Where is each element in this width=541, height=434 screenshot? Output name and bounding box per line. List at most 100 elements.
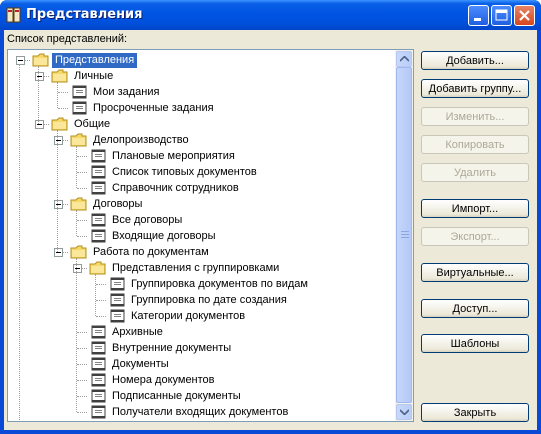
tree-item-label: Все договоры bbox=[112, 213, 183, 226]
tree-connector bbox=[77, 172, 87, 173]
tree-connector bbox=[77, 332, 87, 333]
view-icon bbox=[70, 100, 88, 116]
tree-item-label: Справочник сотрудников bbox=[112, 181, 239, 194]
collapse-toggle[interactable] bbox=[16, 56, 25, 65]
minimize-button[interactable] bbox=[468, 5, 489, 26]
app-icon bbox=[6, 7, 21, 23]
tree-item[interactable]: Справочник сотрудников bbox=[89, 180, 242, 196]
close-window-button[interactable] bbox=[514, 5, 535, 26]
arrow-down-icon bbox=[399, 409, 409, 415]
tree-item-label: Номера документов bbox=[112, 373, 215, 386]
view-icon bbox=[89, 212, 107, 228]
scroll-down-button[interactable] bbox=[396, 404, 412, 420]
view-icon bbox=[89, 372, 107, 388]
tree-connector bbox=[77, 156, 87, 157]
collapse-toggle[interactable] bbox=[73, 264, 82, 273]
close-button[interactable]: Закрыть bbox=[421, 403, 529, 422]
tree-connector bbox=[77, 220, 87, 221]
tree-item[interactable]: Плановые мероприятия bbox=[89, 148, 238, 164]
import-button[interactable]: Импорт... bbox=[421, 199, 529, 218]
scroll-up-button[interactable] bbox=[396, 51, 412, 67]
view-icon bbox=[70, 84, 88, 100]
tree-item[interactable]: Все договоры bbox=[89, 212, 185, 228]
tree-folder[interactable]: Работа по документам bbox=[70, 244, 212, 260]
tree-item[interactable]: Архивные bbox=[89, 324, 166, 340]
view-icon bbox=[89, 356, 107, 372]
tree-item[interactable]: Документы bbox=[89, 356, 172, 372]
maximize-button[interactable] bbox=[491, 5, 512, 26]
tree-folder[interactable]: Общие bbox=[51, 116, 113, 132]
collapse-toggle[interactable] bbox=[54, 136, 63, 145]
tree-folder[interactable]: Представления с группировками bbox=[89, 260, 282, 276]
tree-connector bbox=[96, 284, 106, 285]
tree-connector bbox=[77, 364, 87, 365]
tree-item-label: Представления bbox=[52, 52, 138, 68]
window-title: Представления bbox=[26, 7, 143, 22]
collapse-toggle[interactable] bbox=[35, 120, 44, 129]
tree-item-label: Список типовых документов bbox=[112, 165, 257, 178]
tree-item-label: Группировка документов по видам bbox=[131, 277, 308, 290]
tree-connector bbox=[77, 348, 87, 349]
collapse-toggle[interactable] bbox=[54, 200, 63, 209]
view-icon bbox=[108, 308, 126, 324]
export-button[interactable]: Экспорт... bbox=[421, 227, 529, 246]
tree-item[interactable]: Группировка по дате создания bbox=[108, 292, 290, 308]
collapse-toggle[interactable] bbox=[54, 248, 63, 257]
tree-connector bbox=[96, 316, 106, 317]
tree-connector bbox=[77, 188, 87, 189]
tree-item-label: Категории документов bbox=[131, 309, 246, 322]
tree-item-label: Получатели входящих документов bbox=[112, 405, 289, 418]
templates-button[interactable]: Шаблоны bbox=[421, 334, 529, 353]
tree-connector bbox=[77, 380, 87, 381]
folder-icon bbox=[70, 244, 88, 260]
window-border-right bbox=[537, 30, 541, 434]
edit-button[interactable]: Изменить... bbox=[421, 107, 529, 126]
views-tree[interactable]: Представления Личные Мои задания Просроченн… bbox=[7, 49, 414, 422]
tree-folder[interactable]: Личные bbox=[51, 68, 116, 84]
thumb-grip bbox=[401, 231, 409, 232]
view-icon bbox=[89, 340, 107, 356]
tree-item[interactable]: Получатели входящих документов bbox=[89, 404, 291, 420]
tree-connector bbox=[77, 396, 87, 397]
collapse-toggle[interactable] bbox=[35, 72, 44, 81]
tree-item-label: Документы bbox=[112, 357, 169, 370]
tree-item[interactable]: Подписанные документы bbox=[89, 388, 244, 404]
tree-connector bbox=[76, 258, 77, 412]
scroll-thumb[interactable] bbox=[396, 67, 412, 403]
tree-folder[interactable]: Делопроизводство bbox=[70, 132, 192, 148]
view-icon bbox=[89, 180, 107, 196]
tree-item[interactable]: Просроченные задания bbox=[70, 100, 217, 116]
title-bar[interactable]: Представления bbox=[0, 0, 541, 30]
view-icon bbox=[89, 148, 107, 164]
tree-item[interactable]: Категории документов bbox=[108, 308, 248, 324]
add-group-button[interactable]: Добавить группу... bbox=[421, 79, 529, 98]
delete-button[interactable]: Удалить bbox=[421, 163, 529, 182]
tree-connector bbox=[76, 146, 77, 188]
tree-item[interactable]: Номера документов bbox=[89, 372, 218, 388]
tree-item-label: Плановые мероприятия bbox=[112, 149, 235, 162]
dialog-window: Представления Список представлений: Пред… bbox=[0, 0, 541, 434]
tree-item[interactable]: Мои задания bbox=[70, 84, 162, 100]
access-button[interactable]: Доступ... bbox=[421, 299, 529, 318]
vertical-scrollbar[interactable] bbox=[395, 50, 413, 421]
tree-item[interactable]: Список типовых документов bbox=[89, 164, 260, 180]
tree-item[interactable]: Внутренние документы bbox=[89, 340, 234, 356]
tree-item[interactable]: Входящие договоры bbox=[89, 228, 219, 244]
window-border-bottom bbox=[0, 430, 541, 434]
tree-connector bbox=[58, 92, 68, 93]
view-icon bbox=[89, 404, 107, 420]
folder-icon bbox=[51, 68, 69, 84]
tree-connector bbox=[57, 82, 58, 108]
dialog-client-area: Список представлений: Представления Личны… bbox=[4, 30, 537, 430]
tree-item[interactable]: Группировка документов по видам bbox=[108, 276, 311, 292]
virtual-views-button[interactable]: Виртуальные... bbox=[421, 263, 529, 282]
close-icon bbox=[519, 10, 530, 21]
copy-button[interactable]: Копировать bbox=[421, 135, 529, 154]
folder-icon bbox=[70, 132, 88, 148]
tree-content: Представления Личные Мои задания Просроченн… bbox=[8, 50, 395, 421]
tree-folder[interactable]: Договоры bbox=[70, 196, 145, 212]
tree-item-label: Внутренние документы bbox=[112, 341, 232, 354]
add-button[interactable]: Добавить... bbox=[421, 51, 529, 70]
tree-folder[interactable]: Представления bbox=[32, 52, 138, 68]
tree-connector bbox=[19, 64, 20, 421]
